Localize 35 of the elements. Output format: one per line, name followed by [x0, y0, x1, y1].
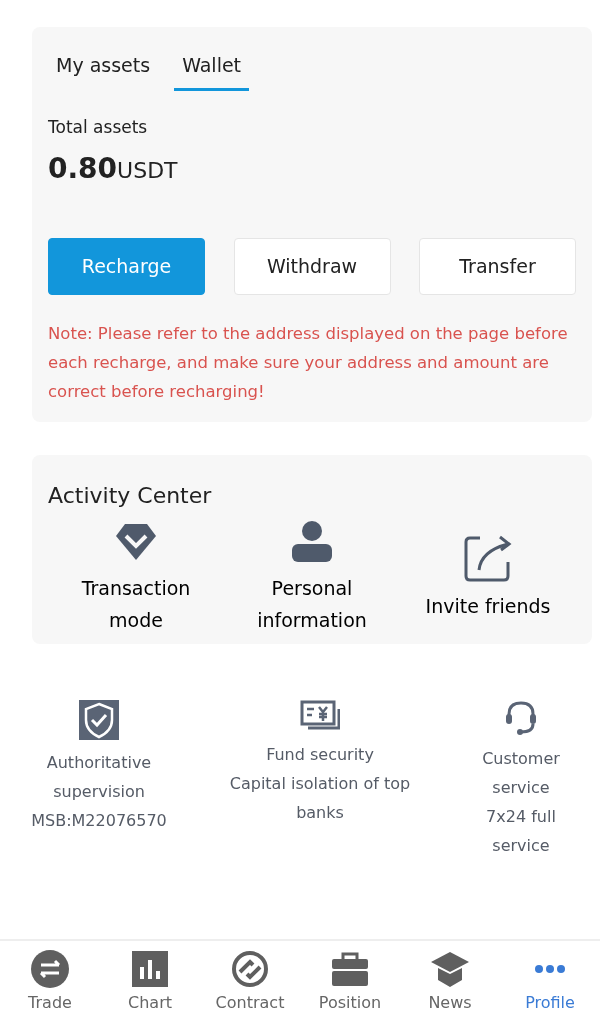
- action-button[interactable]: Withdraw: [233, 238, 391, 295]
- feature-text: MSB:M22076570: [31, 810, 167, 832]
- swap-circle-icon: [231, 950, 269, 988]
- exchange-icon: [30, 949, 70, 989]
- shield-check-icon: [79, 700, 119, 740]
- feature-text: 7x24 full service: [485, 806, 557, 857]
- nav-tab[interactable]: News: [400, 941, 500, 1019]
- activity-item[interactable]: Transaction mode: [61, 572, 211, 636]
- nav-tab[interactable]: Position: [300, 941, 400, 1019]
- tab[interactable]: Wallet: [174, 51, 250, 91]
- banknote-icon: [300, 700, 340, 732]
- activity-item[interactable]: Invite friends: [425, 590, 551, 622]
- bar-chart-icon: [132, 951, 168, 987]
- graduation-cap-icon: [430, 950, 470, 988]
- section-title: Activity Center: [48, 482, 213, 510]
- feature-text: Customer service: [481, 748, 561, 799]
- activity-item[interactable]: Personal information: [237, 572, 387, 636]
- briefcase-icon: [331, 951, 369, 987]
- total-assets-amount: 0.80: [48, 151, 118, 187]
- tab[interactable]: My assets: [48, 51, 159, 91]
- action-button[interactable]: Transfer: [419, 238, 576, 295]
- share-icon: [464, 534, 512, 582]
- currency-unit: USDT: [117, 157, 178, 185]
- nav-tab[interactable]: Profile: [500, 941, 600, 1019]
- nav-tab[interactable]: Contract: [200, 941, 300, 1019]
- more-icon: [534, 964, 566, 974]
- person-icon: [291, 520, 333, 564]
- headset-icon: [503, 700, 539, 736]
- recharge-note: Note: Please refer to the address displayed on the page before each recharge, and make sure your address and amount are correct before recharging!: [48, 323, 569, 403]
- feature-text: Fund security: [266, 744, 374, 766]
- feature-text: Authoritative supervision: [45, 752, 153, 803]
- nav-tab[interactable]: Chart: [100, 941, 200, 1019]
- nav-tab[interactable]: Trade: [0, 941, 100, 1019]
- total-assets-label: Total assets: [48, 115, 149, 139]
- feature-text: Capital isolation of top banks: [228, 773, 412, 824]
